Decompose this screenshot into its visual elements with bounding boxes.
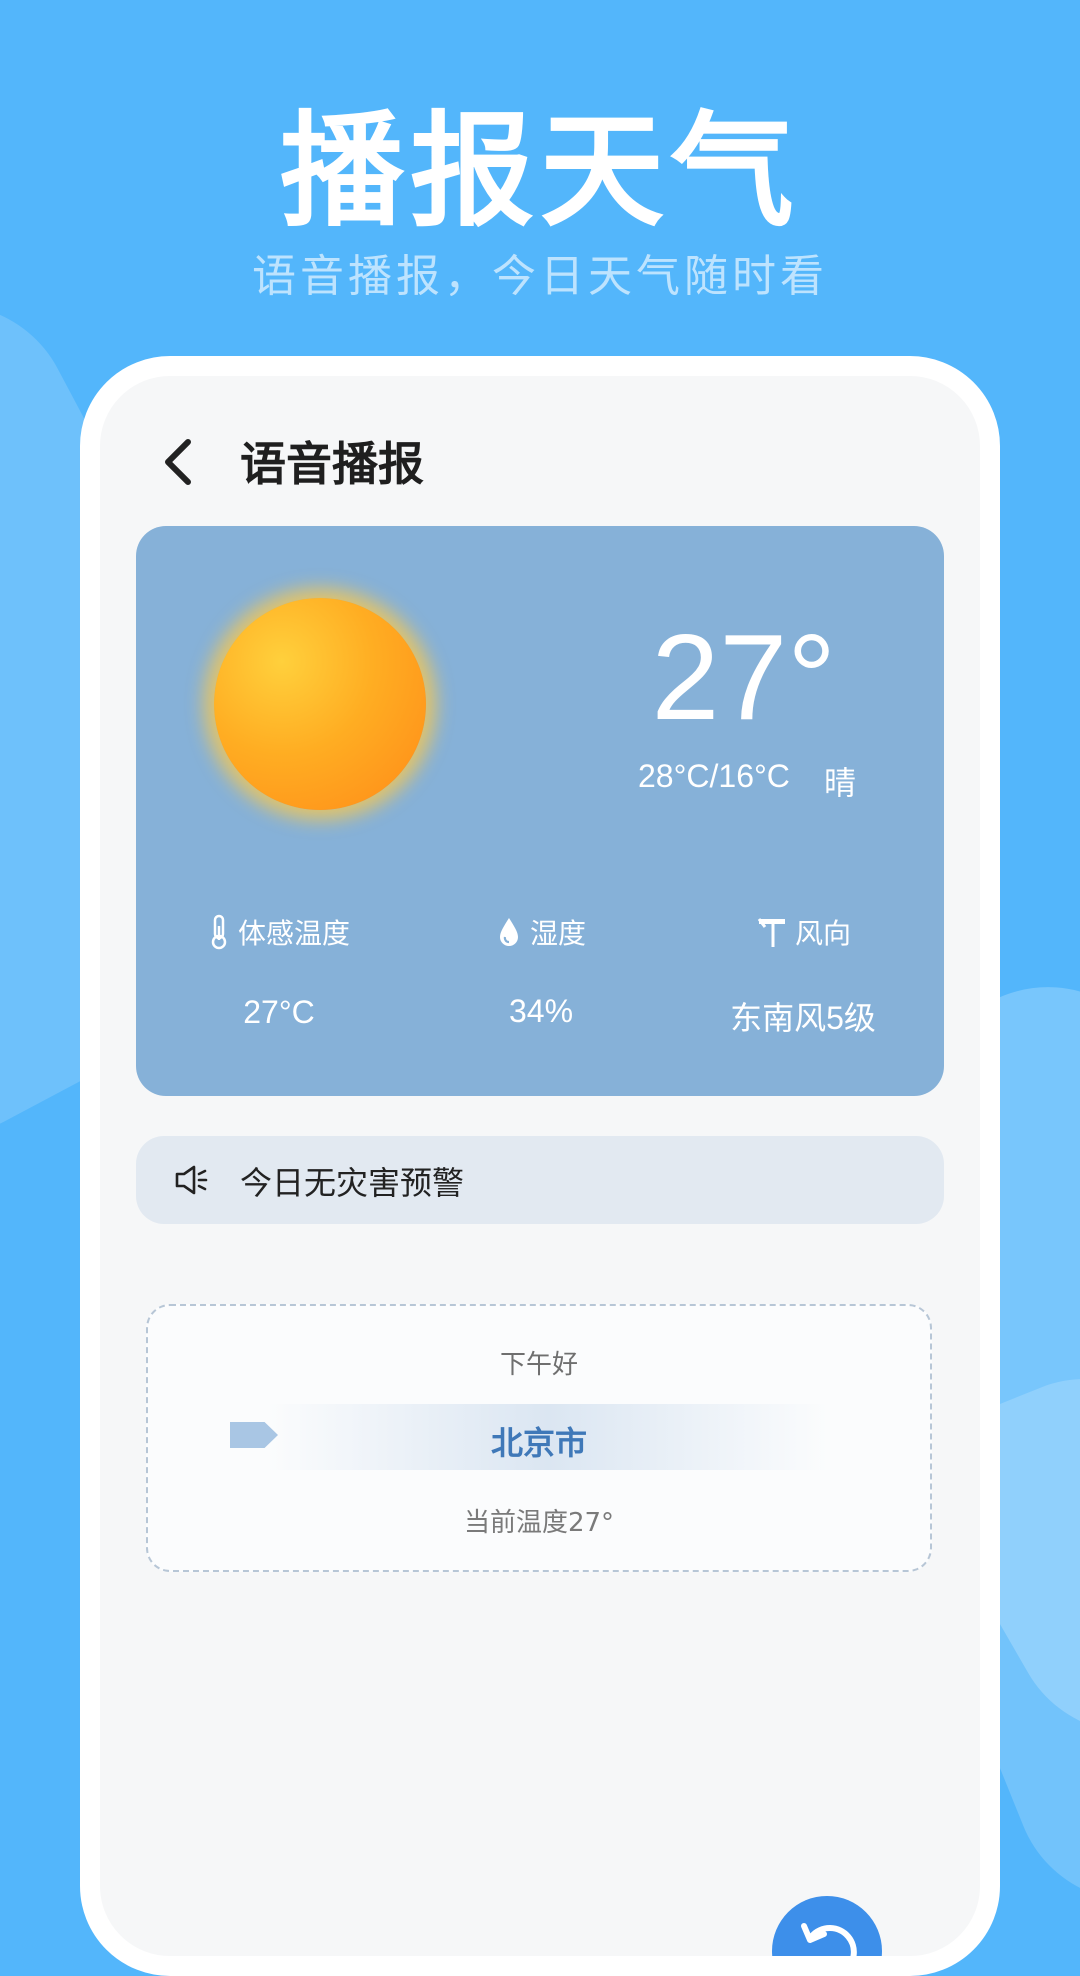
current-temp-text: 当前温度27° bbox=[463, 1508, 615, 1538]
weather-card: 27° 28°C/16°C 晴 体感温度 27°C 湿度 34% 风向 东南风5… bbox=[136, 526, 944, 1096]
city-name: 北京市 bbox=[490, 1424, 587, 1462]
replay-button[interactable] bbox=[772, 1896, 882, 1956]
hero-title: 播报天气 bbox=[279, 100, 800, 244]
droplet-icon bbox=[499, 918, 518, 946]
metric-value: 27°C bbox=[243, 994, 315, 1030]
temperature-range: 28°C/16°C bbox=[638, 758, 790, 794]
alert-bar: 今日无灾害预警 bbox=[136, 1136, 944, 1224]
page-title: 语音播报 bbox=[240, 437, 424, 491]
metric-humidity: 湿度 34% bbox=[406, 912, 676, 1030]
thermometer-icon bbox=[211, 914, 227, 950]
wind-vane-icon bbox=[757, 918, 785, 947]
metric-value: 34% bbox=[508, 993, 574, 1029]
hero-subtitle: 语音播报，今日天气随时看 bbox=[252, 251, 828, 302]
speaker-icon bbox=[175, 1165, 208, 1195]
alert-text: 今日无灾害预警 bbox=[240, 1164, 465, 1202]
metric-label: 湿度 bbox=[529, 917, 586, 950]
replay-icon bbox=[801, 1923, 857, 1956]
sun-icon bbox=[214, 598, 426, 810]
greeting-text: 下午好 bbox=[499, 1350, 578, 1380]
metric-wind: 风向 东南风5级 bbox=[668, 912, 938, 1039]
current-temperature: 27° bbox=[651, 609, 837, 745]
chevron-left-icon[interactable] bbox=[150, 432, 210, 492]
metric-label: 风向 bbox=[794, 917, 851, 950]
top-bar: 语音播报 bbox=[100, 376, 980, 526]
broadcast-panel: 下午好 北京市 当前温度27° bbox=[146, 1304, 932, 1572]
phone-frame: 语音播报 27° 28°C/16°C 晴 体感温度 27°C 湿度 34% 风向… bbox=[80, 356, 1000, 1976]
metric-feels-like: 体感温度 27°C bbox=[144, 912, 414, 1031]
metric-value: 东南风5级 bbox=[730, 1000, 876, 1036]
metric-label: 体感温度 bbox=[237, 917, 350, 950]
weather-condition: 晴 bbox=[824, 764, 857, 802]
